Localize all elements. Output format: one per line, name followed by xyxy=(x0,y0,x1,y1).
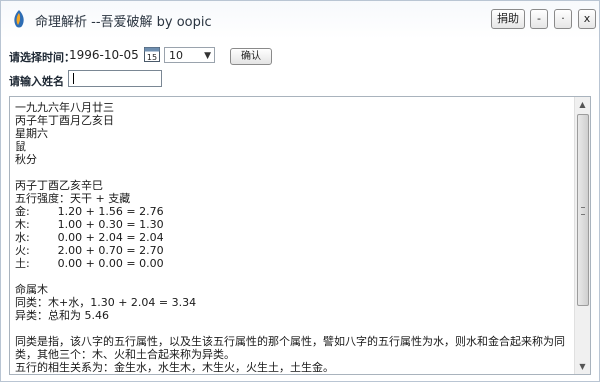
close-button[interactable]: x xyxy=(578,9,596,29)
vertical-scrollbar[interactable]: ▲ ▼ xyxy=(574,97,590,374)
maximize-button[interactable]: · xyxy=(554,9,572,29)
calendar-icon[interactable]: 15 xyxy=(144,46,160,62)
result-line: 水: 0.00 + 2.04 = 2.04 xyxy=(15,231,164,244)
result-line: 五行强度：天干 + 支藏 xyxy=(15,192,131,205)
result-line xyxy=(15,166,573,179)
confirm-button[interactable]: 确认 xyxy=(230,48,272,65)
date-label: 请选择时间： xyxy=(9,51,75,64)
result-text: 一九九六年八月廿三 丙子年丁酉月乙亥日 星期六鼠秋分 丙子丁酉乙亥辛巳 五行强度：天干… xyxy=(15,101,573,374)
scroll-down-icon[interactable]: ▼ xyxy=(575,359,590,374)
result-line: 同类是指，该八字的五行属性，以及生该五行属性的那个属性，譬如八字的五行属性为水，… xyxy=(15,335,565,361)
result-line: 木: 1.00 + 0.30 = 1.30 xyxy=(15,218,164,231)
hour-select[interactable]: 10 ▼ xyxy=(164,47,215,63)
result-line: 一九九六年八月廿三 xyxy=(15,101,114,114)
result-line: 秋分 xyxy=(15,153,37,166)
minimize-button[interactable]: - xyxy=(530,9,548,29)
result-line xyxy=(15,270,573,283)
calendar-icon-number: 15 xyxy=(147,53,157,62)
result-line: 同类：木+水，1.30 + 2.04 = 3.34 xyxy=(15,296,197,309)
name-input[interactable] xyxy=(68,70,162,87)
result-line: 金: 1.20 + 1.56 = 2.76 xyxy=(15,205,164,218)
result-line: 五行的相生关系为：金生水，水生木，木生火，火生土，土生金。 xyxy=(15,361,334,374)
name-label: 请输入姓名 xyxy=(9,75,64,88)
text-caret xyxy=(73,73,74,84)
result-line: 鼠 xyxy=(15,140,26,153)
donate-button[interactable]: 捐助 xyxy=(491,9,525,29)
hour-select-value: 10 xyxy=(169,49,183,62)
window-title: 命理解析 --吾爱破解 by oopic xyxy=(35,15,212,30)
result-line: 丙子年丁酉月乙亥日 xyxy=(15,114,114,127)
result-line: 土: 0.00 + 0.00 = 0.00 xyxy=(15,257,164,270)
result-line: 异类：总和为 5.46 xyxy=(15,309,109,322)
result-textarea[interactable]: 一九九六年八月廿三 丙子年丁酉月乙亥日 星期六鼠秋分 丙子丁酉乙亥辛巳 五行强度：天干… xyxy=(9,96,591,375)
result-line: 丙子丁酉乙亥辛巳 xyxy=(15,179,103,192)
date-value[interactable]: 1996-10-05 xyxy=(69,48,139,62)
title-bar[interactable]: 命理解析 --吾爱破解 by oopic 捐助 - · x xyxy=(1,1,599,39)
result-line: 星期六 xyxy=(15,127,48,140)
scrollbar-grip xyxy=(581,207,585,215)
chevron-down-icon: ▼ xyxy=(204,51,211,61)
result-line: 命属木 xyxy=(15,283,48,296)
result-line xyxy=(15,322,573,335)
result-line: 火: 2.00 + 0.70 = 2.70 xyxy=(15,244,164,257)
scrollbar-thumb[interactable] xyxy=(577,114,589,306)
app-logo-icon xyxy=(14,10,24,28)
app-window: 命理解析 --吾爱破解 by oopic 捐助 - · x 请选择时间： 199… xyxy=(0,0,600,382)
scroll-up-icon[interactable]: ▲ xyxy=(575,97,590,112)
